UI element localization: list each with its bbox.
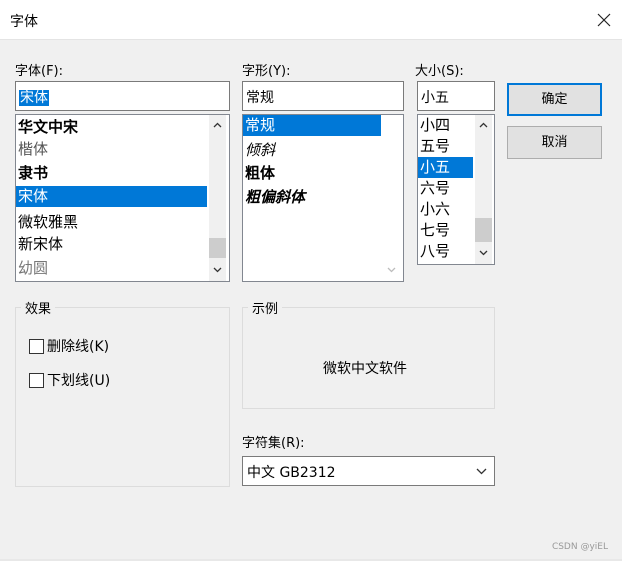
effects-group-title: 效果 bbox=[21, 298, 56, 317]
size-item-wuhao[interactable]: 五号 bbox=[418, 136, 473, 157]
size-scroll-thumb[interactable] bbox=[475, 218, 492, 242]
font-input[interactable]: 宋体 bbox=[15, 81, 230, 111]
style-item-italic[interactable]: 倾斜 bbox=[243, 140, 381, 161]
strikeout-checkbox-box[interactable] bbox=[29, 338, 44, 354]
size-item-bahao[interactable]: 八号 bbox=[418, 241, 473, 262]
chevron-down-icon bbox=[479, 250, 488, 256]
chevron-down-icon bbox=[476, 468, 487, 475]
size-label: 大小(S): bbox=[415, 64, 464, 79]
style-item-regular[interactable]: 常规 bbox=[243, 115, 381, 136]
close-button[interactable] bbox=[588, 0, 622, 40]
close-icon bbox=[597, 13, 611, 27]
size-item-xiaosi[interactable]: 小四 bbox=[418, 115, 473, 136]
font-item-yahei[interactable]: 微软雅黑 bbox=[16, 212, 207, 233]
font-item-kaiti[interactable]: 楷体 bbox=[16, 139, 207, 160]
size-scroll-up-button[interactable] bbox=[475, 117, 492, 134]
effects-group bbox=[15, 307, 230, 487]
font-list[interactable]: 华文中宋 楷体 隶书 宋体 微软雅黑 新宋体 幼圆 bbox=[15, 114, 230, 282]
font-item-youyuan[interactable]: 幼圆 bbox=[16, 258, 207, 279]
sample-text: 微软中文软件 bbox=[323, 361, 407, 377]
underline-checkbox[interactable]: 下划线(U) bbox=[29, 370, 110, 390]
font-scroll-down-button[interactable] bbox=[209, 262, 226, 279]
font-label: 字体(F): bbox=[15, 64, 64, 79]
ok-button[interactable]: 确定 bbox=[507, 83, 602, 116]
underline-label: 下划线(U) bbox=[47, 373, 111, 389]
strikeout-label: 删除线(K) bbox=[47, 339, 110, 355]
strikeout-checkbox[interactable]: 删除线(K) bbox=[29, 336, 109, 356]
style-list-scrollbar[interactable] bbox=[383, 115, 400, 281]
sample-group-title: 示例 bbox=[248, 298, 283, 317]
size-input-value: 小五 bbox=[421, 90, 449, 106]
font-item-huawen-zhongsong[interactable]: 华文中宋 bbox=[16, 117, 207, 138]
window-title: 字体 bbox=[10, 14, 38, 30]
size-item-xiaowu[interactable]: 小五 bbox=[418, 157, 473, 178]
charset-dropdown[interactable]: 中文 GB2312 bbox=[242, 456, 495, 486]
font-scroll-thumb[interactable] bbox=[209, 238, 226, 258]
title-bar: 字体 bbox=[0, 0, 622, 40]
chevron-up-icon bbox=[213, 122, 222, 128]
size-input[interactable]: 小五 bbox=[417, 81, 495, 111]
font-list-scrollbar[interactable] bbox=[209, 115, 226, 281]
font-scroll-up-button[interactable] bbox=[209, 117, 226, 134]
style-scroll-down-button[interactable] bbox=[383, 262, 400, 279]
style-item-bold[interactable]: 粗体 bbox=[243, 163, 381, 184]
charset-label: 字符集(R): bbox=[242, 436, 305, 451]
size-list[interactable]: 小四 五号 小五 六号 小六 七号 八号 bbox=[417, 114, 495, 265]
chevron-down-icon bbox=[213, 267, 222, 273]
watermark-text: CSDN @yiEL bbox=[551, 542, 608, 552]
size-item-xiaoliu[interactable]: 小六 bbox=[418, 199, 473, 220]
chevron-up-icon bbox=[479, 122, 488, 128]
font-input-value: 宋体 bbox=[19, 90, 49, 106]
style-list[interactable]: 常规 倾斜 粗体 粗偏斜体 bbox=[242, 114, 404, 282]
font-item-xinsongti[interactable]: 新宋体 bbox=[16, 234, 207, 255]
underline-checkbox-box[interactable] bbox=[29, 372, 44, 388]
style-label: 字形(Y): bbox=[242, 64, 291, 79]
size-scroll-down-button[interactable] bbox=[475, 245, 492, 262]
size-list-scrollbar[interactable] bbox=[475, 115, 492, 264]
style-item-bold-italic[interactable]: 粗偏斜体 bbox=[243, 187, 381, 208]
style-input[interactable]: 常规 bbox=[242, 81, 404, 111]
cancel-button[interactable]: 取消 bbox=[507, 126, 602, 159]
size-item-liuhao[interactable]: 六号 bbox=[418, 178, 473, 199]
font-item-lishu[interactable]: 隶书 bbox=[16, 163, 207, 184]
chevron-down-icon bbox=[387, 267, 396, 273]
font-item-songti[interactable]: 宋体 bbox=[16, 186, 207, 207]
size-item-qihao[interactable]: 七号 bbox=[418, 220, 473, 241]
style-input-value: 常规 bbox=[246, 90, 274, 106]
charset-value: 中文 GB2312 bbox=[247, 465, 336, 481]
